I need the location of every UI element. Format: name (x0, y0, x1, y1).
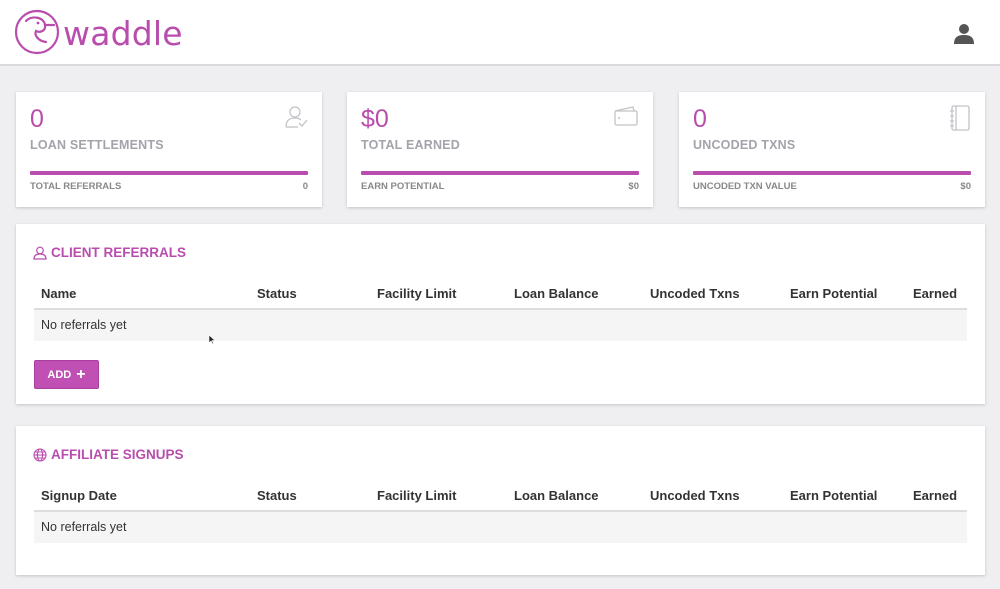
stat-value: 0 (30, 105, 44, 133)
add-referral-button[interactable]: ADD + (34, 360, 99, 389)
stat-value: 0 (693, 105, 707, 133)
stat-sub-value: $0 (628, 181, 639, 192)
stat-label: LOAN SETTLEMENTS (30, 138, 164, 152)
empty-state-text: No referrals yet (41, 520, 127, 534)
column-header-loan-balance[interactable]: Loan Balance (514, 286, 599, 301)
stat-sub-value: $0 (960, 181, 971, 192)
column-header-earn-potential[interactable]: Earn Potential (790, 488, 877, 503)
column-header-earn-potential[interactable]: Earn Potential (790, 286, 877, 301)
affiliate-signups-panel: AFFILIATE SIGNUPS Signup Date Status Fac… (16, 426, 985, 575)
user-check-icon (285, 106, 308, 128)
wallet-icon (614, 106, 638, 126)
stat-progress-bar (30, 171, 308, 175)
column-header-earned[interactable]: Earned (913, 488, 957, 503)
stat-card-total-earned: $0 TOTAL EARNED EARN POTENTIAL $0 (347, 92, 653, 207)
column-header-uncoded-txns[interactable]: Uncoded Txns (650, 488, 740, 503)
stat-card-uncoded-txns: 0 UNCODED TXNS UNCODED TXN VALUE $0 (679, 92, 985, 207)
column-header-signup-date[interactable]: Signup Date (41, 488, 117, 503)
brand-logo[interactable]: waddle (14, 9, 183, 55)
column-header-earned[interactable]: Earned (913, 286, 957, 301)
client-referrals-panel: CLIENT REFERRALS Name Status Facility Li… (16, 224, 985, 404)
table-row: No referrals yet (34, 310, 967, 341)
duck-logo-icon (14, 9, 60, 55)
add-button-label: ADD (47, 368, 72, 381)
panel-title-text: AFFILIATE SIGNUPS (51, 447, 184, 462)
stat-progress-bar (693, 171, 971, 175)
column-header-status[interactable]: Status (257, 286, 297, 301)
stat-label: UNCODED TXNS (693, 138, 796, 152)
plus-icon: + (76, 365, 86, 383)
user-icon[interactable] (953, 23, 975, 45)
column-header-uncoded-txns[interactable]: Uncoded Txns (650, 286, 740, 301)
table-row: No referrals yet (34, 512, 967, 543)
globe-icon (33, 447, 47, 462)
stat-sub-label: UNCODED TXN VALUE (693, 181, 797, 192)
stat-progress-bar (361, 171, 639, 175)
top-bar: waddle (0, 0, 1000, 66)
column-header-name[interactable]: Name (41, 286, 76, 301)
panel-title: AFFILIATE SIGNUPS (33, 447, 184, 462)
notebook-icon (950, 105, 970, 131)
user-icon (33, 246, 47, 260)
column-header-facility-limit[interactable]: Facility Limit (377, 488, 456, 503)
empty-state-text: No referrals yet (41, 318, 127, 332)
stat-sub-label: EARN POTENTIAL (361, 181, 445, 192)
mouse-cursor-icon (208, 334, 216, 345)
stat-sub-label: TOTAL REFERRALS (30, 181, 122, 192)
stat-value: $0 (361, 105, 389, 133)
column-header-facility-limit[interactable]: Facility Limit (377, 286, 456, 301)
column-header-loan-balance[interactable]: Loan Balance (514, 488, 599, 503)
stat-sub-value: 0 (302, 181, 308, 192)
panel-title-text: CLIENT REFERRALS (51, 245, 186, 260)
brand-name: waddle (63, 13, 183, 53)
stat-card-loan-settlements: 0 LOAN SETTLEMENTS TOTAL REFERRALS 0 (16, 92, 322, 207)
stat-label: TOTAL EARNED (361, 138, 460, 152)
panel-title: CLIENT REFERRALS (33, 245, 186, 260)
column-header-status[interactable]: Status (257, 488, 297, 503)
